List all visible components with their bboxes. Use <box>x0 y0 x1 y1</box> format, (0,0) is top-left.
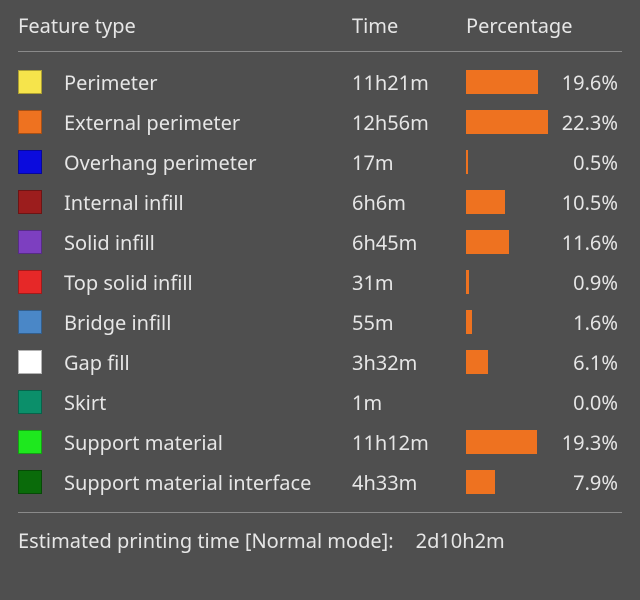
header-percentage: Percentage <box>466 12 620 39</box>
color-swatch <box>18 390 42 414</box>
time-value: 17m <box>352 149 466 176</box>
color-swatch <box>18 70 42 94</box>
table-row: Top solid infill31m 0.9% <box>18 262 622 302</box>
divider <box>18 51 622 52</box>
table-row: External perimeter12h56m 22.3% <box>18 102 622 142</box>
table-row: Gap fill3h32m 6.1% <box>18 342 622 382</box>
time-value: 6h45m <box>352 229 466 256</box>
feature-label: Internal infill <box>64 189 352 216</box>
feature-label: Perimeter <box>64 69 352 96</box>
percentage-bar-fill <box>466 70 538 94</box>
time-value: 31m <box>352 269 466 296</box>
header-time: Time <box>352 12 466 39</box>
percentage-value: 7.9% <box>548 469 622 496</box>
percentage-bar <box>466 70 548 94</box>
feature-label: Bridge infill <box>64 309 352 336</box>
feature-label: Support material interface <box>64 469 352 496</box>
percentage-value: 19.6% <box>548 69 622 96</box>
percentage-bar <box>466 230 548 254</box>
percentage-value: 0.5% <box>548 149 622 176</box>
time-value: 4h33m <box>352 469 466 496</box>
table-row: Overhang perimeter17m 0.5% <box>18 142 622 182</box>
header-feature: Feature type <box>18 12 352 39</box>
percentage-value: 0.9% <box>548 269 622 296</box>
table-row: Solid infill6h45m 11.6% <box>18 222 622 262</box>
table-row: Perimeter11h21m 19.6% <box>18 62 622 102</box>
percentage-bar-fill <box>466 110 548 134</box>
table-row: Skirt1m 0.0% <box>18 382 622 422</box>
percentage-bar-fill <box>466 190 505 214</box>
feature-label: External perimeter <box>64 109 352 136</box>
color-swatch <box>18 310 42 334</box>
feature-label: Overhang perimeter <box>64 149 352 176</box>
time-value: 11h12m <box>352 429 466 456</box>
percentage-bar <box>466 470 548 494</box>
time-value: 12h56m <box>352 109 466 136</box>
percentage-bar <box>466 350 548 374</box>
feature-label: Top solid infill <box>64 269 352 296</box>
color-swatch <box>18 110 42 134</box>
percentage-value: 10.5% <box>548 189 622 216</box>
table-row: Support material11h12m 19.3% <box>18 422 622 462</box>
percentage-bar <box>466 270 548 294</box>
color-swatch <box>18 470 42 494</box>
percentage-value: 1.6% <box>548 309 622 336</box>
percentage-bar-fill <box>466 310 472 334</box>
percentage-value: 6.1% <box>548 349 622 376</box>
color-swatch <box>18 230 42 254</box>
percentage-bar <box>466 190 548 214</box>
table-row: Support material interface4h33m 7.9% <box>18 462 622 502</box>
print-time-panel: Feature type Time Percentage Perimeter11… <box>0 0 640 568</box>
percentage-bar-fill <box>466 150 468 174</box>
feature-label: Gap fill <box>64 349 352 376</box>
percentage-bar-fill <box>466 470 495 494</box>
percentage-value: 0.0% <box>548 389 622 416</box>
color-swatch <box>18 190 42 214</box>
percentage-bar-fill <box>466 230 509 254</box>
time-value: 1m <box>352 389 466 416</box>
footer: Estimated printing time [Normal mode]: 2… <box>18 525 622 554</box>
percentage-bar-fill <box>466 430 537 454</box>
divider <box>18 512 622 513</box>
feature-rows: Perimeter11h21m 19.6% External perimeter12… <box>18 62 622 502</box>
percentage-bar <box>466 430 548 454</box>
footer-value: 2d10h2m <box>416 527 505 554</box>
footer-label: Estimated printing time [Normal mode]: <box>18 527 394 554</box>
percentage-bar <box>466 390 548 414</box>
table-row: Internal infill6h6m 10.5% <box>18 182 622 222</box>
percentage-value: 22.3% <box>548 109 622 136</box>
percentage-bar-fill <box>466 270 469 294</box>
time-value: 55m <box>352 309 466 336</box>
color-swatch <box>18 270 42 294</box>
table-header: Feature type Time Percentage <box>18 10 622 47</box>
color-swatch <box>18 150 42 174</box>
color-swatch <box>18 430 42 454</box>
percentage-value: 19.3% <box>548 429 622 456</box>
time-value: 6h6m <box>352 189 466 216</box>
percentage-bar <box>466 110 548 134</box>
percentage-bar-fill <box>466 350 488 374</box>
feature-label: Skirt <box>64 389 352 416</box>
table-row: Bridge infill55m 1.6% <box>18 302 622 342</box>
percentage-value: 11.6% <box>548 229 622 256</box>
percentage-bar <box>466 150 548 174</box>
color-swatch <box>18 350 42 374</box>
percentage-bar <box>466 310 548 334</box>
feature-label: Support material <box>64 429 352 456</box>
feature-label: Solid infill <box>64 229 352 256</box>
time-value: 3h32m <box>352 349 466 376</box>
time-value: 11h21m <box>352 69 466 96</box>
